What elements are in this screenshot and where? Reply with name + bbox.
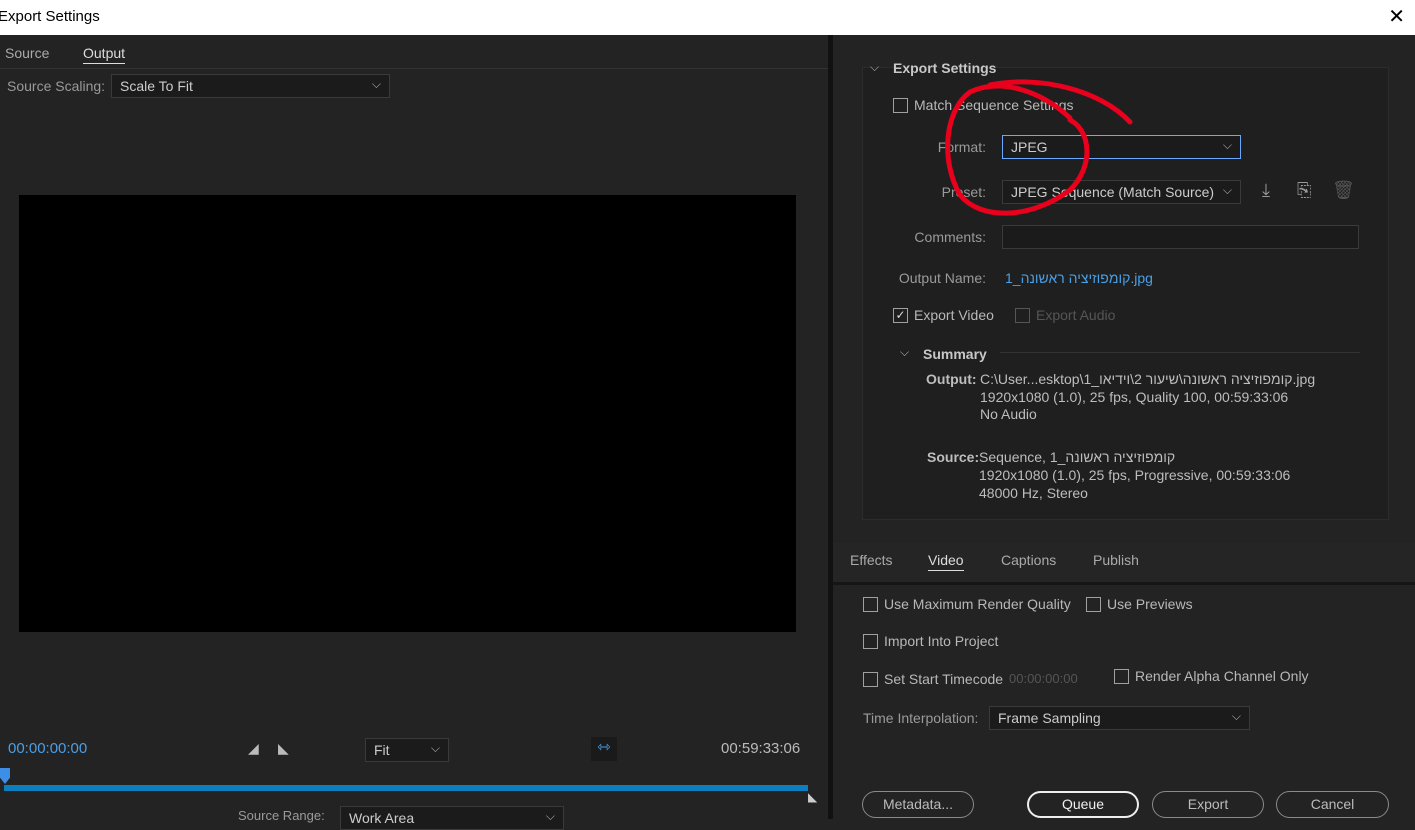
summary-source: Sequence, 1_קומפוזיציה ראשונה 1920x1080 … [979, 448, 1290, 502]
timeline-bar[interactable] [4, 785, 808, 791]
alpha-only-checkbox[interactable]: Render Alpha Channel Only [1114, 668, 1309, 684]
source-range-label: Source Range: [238, 808, 325, 823]
source-scaling-value: Scale To Fit [120, 78, 193, 94]
import-project-label: Import Into Project [884, 633, 999, 649]
use-previews-checkbox[interactable]: Use Previews [1086, 596, 1193, 612]
source-scaling-label: Source Scaling: [7, 78, 106, 94]
summary-source-name: Sequence, 1_קומפוזיציה ראשונה [979, 449, 1176, 465]
zoom-select[interactable]: Fit ⌵ [365, 738, 449, 762]
chevron-down-icon: ⌵ [430, 741, 440, 755]
alpha-only-label: Render Alpha Channel Only [1135, 668, 1309, 684]
summary-source-video: 1920x1080 (1.0), 25 fps, Progressive, 00… [979, 467, 1291, 483]
chevron-down-icon: ⌵ [1222, 183, 1232, 197]
collapse-chevron-icon[interactable]: ⌵ [870, 60, 879, 75]
tab-output[interactable]: Output [83, 45, 126, 64]
chevron-down-icon: ⌵ [1231, 709, 1241, 723]
output-name-label: Output Name: [898, 270, 986, 286]
export-video-checkbox[interactable]: ✓ Export Video [893, 307, 994, 323]
start-timecode-value[interactable]: 00:00:00:00 [1009, 671, 1078, 686]
summary-output-audio: No Audio [980, 406, 1037, 422]
time-interp-value: Frame Sampling [998, 710, 1101, 726]
timecode-end: 00:59:33:06 [721, 740, 801, 757]
output-name-link[interactable]: קומפוזיציה ראשונה_1.jpg [1005, 270, 1153, 286]
title-bar: Export Settings ✕ [0, 0, 1415, 35]
summary-chevron-icon[interactable]: ⌵ [900, 345, 909, 360]
start-timecode-label: Set Start Timecode [884, 671, 1004, 687]
tab-source[interactable]: Source [5, 45, 49, 61]
max-render-label: Use Maximum Render Quality [884, 596, 1071, 612]
chevron-down-icon: ⌵ [1222, 138, 1232, 152]
queue-button[interactable]: Queue [1027, 791, 1139, 818]
delete-preset-icon[interactable]: 🗑 [1332, 180, 1355, 201]
metadata-button[interactable]: Metadata... [862, 791, 974, 818]
max-render-checkbox[interactable]: Use Maximum Render Quality [863, 596, 1071, 612]
time-interp-label: Time Interpolation: [863, 710, 979, 726]
summary-output-path: C:\User...esktop\1_קומפוזיציה ראשונה\שיע… [980, 371, 1316, 387]
mark-in-icon[interactable]: ◢ [248, 740, 259, 757]
aspect-toggle-icon[interactable]: ⇿ [591, 737, 617, 761]
mark-out-icon[interactable]: ◣ [278, 740, 289, 757]
out-point-icon[interactable]: ◣ [808, 790, 817, 804]
save-preset-icon[interactable]: ⤓ [1262, 180, 1270, 201]
tab-video[interactable]: Video [928, 552, 964, 571]
red-circle-annotation [945, 79, 1133, 216]
source-range-select[interactable]: Work Area ⌵ [340, 806, 564, 830]
window-title: Export Settings [0, 8, 100, 25]
summary-output: C:\User...esktop\1_קומפוזיציה ראשונה\שיע… [980, 371, 1315, 424]
export-video-label: Export Video [914, 307, 994, 323]
source-scaling-select[interactable]: Scale To Fit ⌵ [111, 74, 390, 98]
summary-source-audio: 48000 Hz, Stereo [979, 485, 1088, 501]
import-project-checkbox[interactable]: Import Into Project [863, 633, 998, 649]
cancel-button[interactable]: Cancel [1276, 791, 1389, 818]
use-previews-label: Use Previews [1107, 596, 1193, 612]
zoom-value: Fit [374, 742, 390, 758]
chevron-down-icon: ⌵ [545, 809, 555, 823]
chevron-down-icon: ⌵ [371, 77, 381, 91]
video-preview [19, 195, 796, 632]
tab-effects[interactable]: Effects [850, 552, 893, 568]
source-range-value: Work Area [349, 810, 415, 826]
export-audio-label: Export Audio [1036, 307, 1116, 323]
import-preset-icon[interactable]: ⎘ [1297, 180, 1311, 201]
export-audio-checkbox[interactable]: Export Audio [1015, 307, 1115, 323]
summary-title: Summary [923, 346, 987, 362]
tab-captions[interactable]: Captions [1001, 552, 1056, 568]
tab-publish[interactable]: Publish [1093, 552, 1139, 568]
time-interp-select[interactable]: Frame Sampling ⌵ [989, 706, 1250, 730]
close-icon[interactable]: ✕ [1388, 4, 1405, 29]
summary-output-video: 1920x1080 (1.0), 25 fps, Quality 100, 00… [980, 388, 1289, 405]
start-timecode-checkbox[interactable]: Set Start Timecode [863, 671, 1003, 687]
summary-source-label: Source: [927, 449, 980, 465]
summary-output-label: Output: [926, 371, 977, 387]
timecode-start[interactable]: 00:00:00:00 [8, 740, 87, 757]
export-button[interactable]: Export [1152, 791, 1264, 818]
comments-label: Comments: [914, 229, 986, 245]
